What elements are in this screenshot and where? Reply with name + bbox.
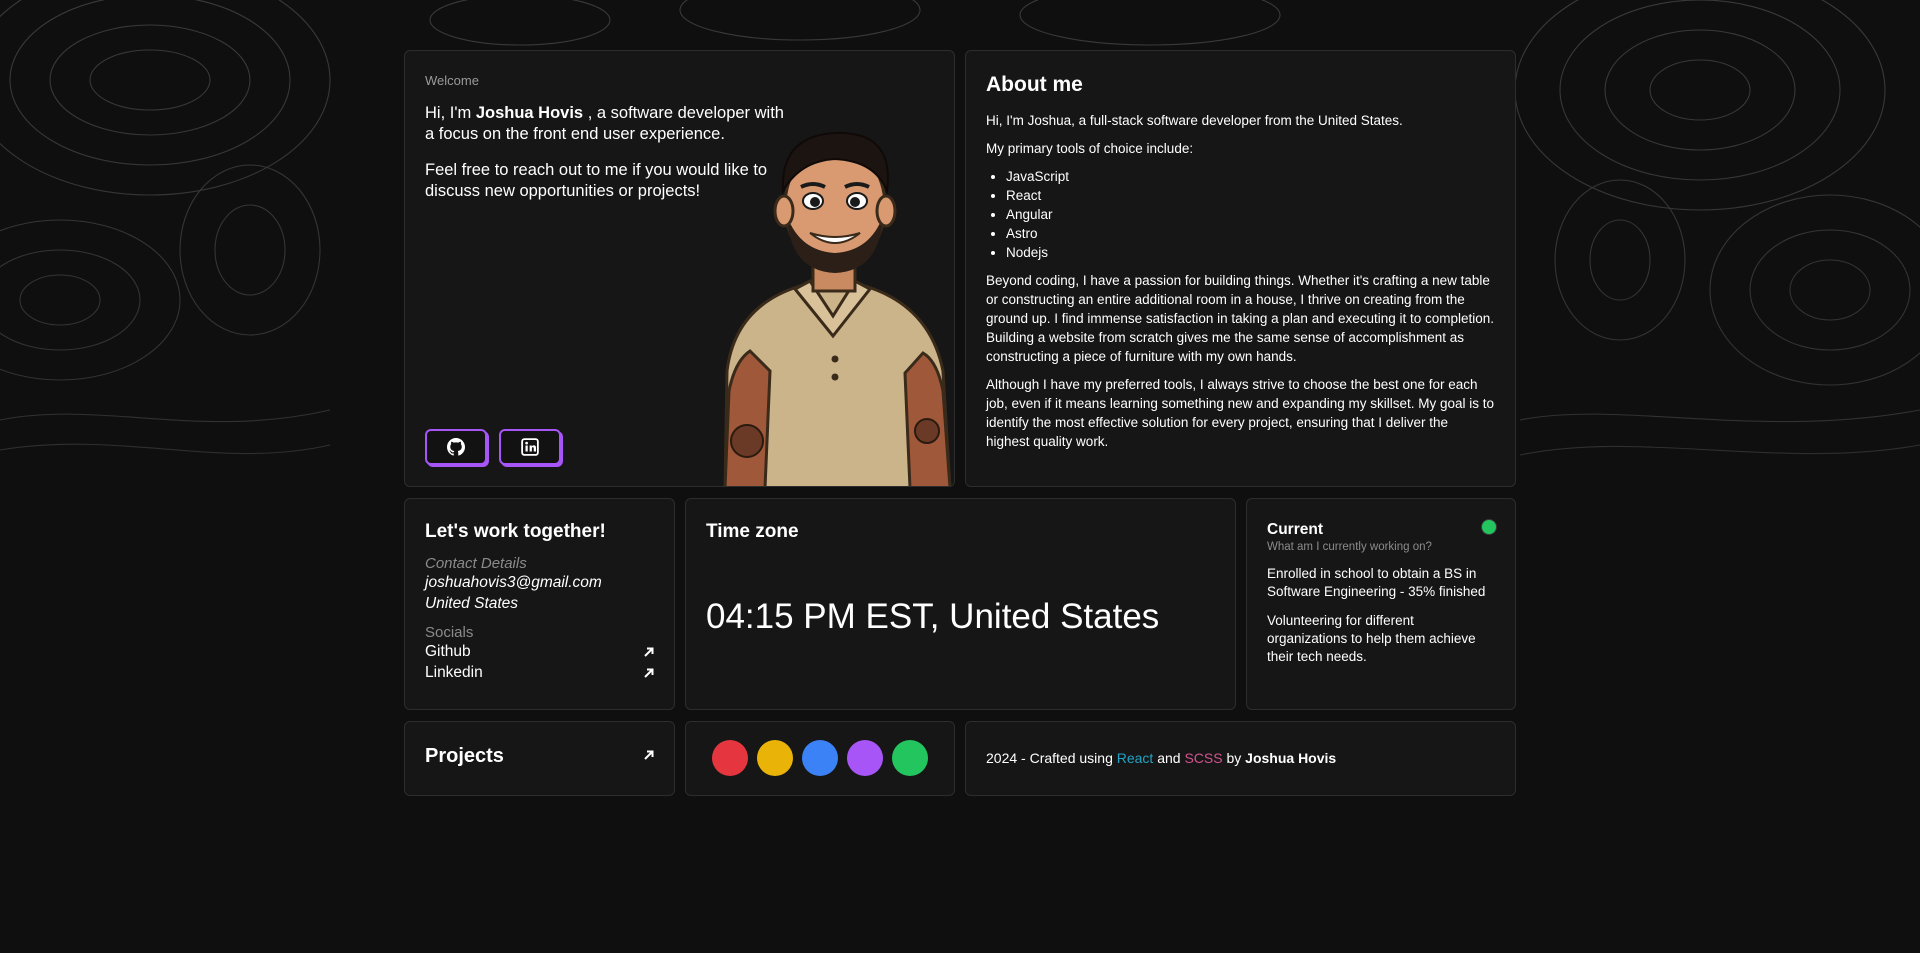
footer-author: Joshua Hovis [1245, 750, 1337, 766]
about-card: About me Hi, I'm Joshua, a full-stack so… [965, 50, 1516, 487]
swatch-yellow[interactable] [757, 740, 793, 776]
current-card: Current What am I currently working on? … [1246, 498, 1516, 710]
list-item: Astro [1006, 224, 1495, 243]
footer-and: and [1153, 750, 1185, 766]
timezone-card: Time zone 04:15 PM EST, United States [685, 498, 1236, 710]
tools-list: JavaScript React Angular Astro Nodejs [986, 167, 1495, 262]
contact-card: Let's work together! Contact Details jos… [404, 498, 675, 710]
list-item: Angular [1006, 205, 1495, 224]
beyond-coding-text: Beyond coding, I have a passion for buil… [986, 273, 1495, 364]
location: United States [425, 595, 519, 612]
welcome-card: Welcome Hi, I'm Joshua Hovis , a softwar… [404, 50, 955, 487]
current-item: Enrolled in school to obtain a BS in Sof… [1267, 566, 1486, 599]
topographic-background [0, 0, 1920, 953]
footer-text: 2024 - Crafted using React and SCSS by J… [986, 750, 1336, 766]
footer-by: by [1222, 750, 1246, 766]
about-intro: Hi, I'm Joshua, a full-stack software de… [986, 113, 1403, 128]
list-item: Nodejs [1006, 243, 1495, 262]
contact-details-label: Contact Details [425, 555, 527, 572]
github-link-label: Github [425, 643, 471, 660]
swatch-red[interactable] [712, 740, 748, 776]
react-link[interactable]: React [1117, 750, 1154, 766]
list-item: React [1006, 186, 1495, 205]
tools-intro: My primary tools of choice include: [986, 141, 1194, 156]
owner-name: Joshua Hovis [475, 104, 584, 122]
footer-prefix: 2024 - Crafted using [986, 750, 1117, 766]
socials-label: Socials [425, 624, 474, 641]
swatch-purple[interactable] [847, 740, 883, 776]
swatch-row [712, 740, 928, 776]
external-arrow-icon [644, 647, 654, 657]
github-button[interactable] [425, 429, 487, 465]
footer-card: 2024 - Crafted using React and SCSS by J… [965, 721, 1516, 796]
github-icon [447, 438, 465, 456]
about-title: About me [986, 73, 1083, 96]
projects-card[interactable]: Projects [404, 721, 675, 796]
timezone-title: Time zone [706, 521, 799, 542]
list-item: JavaScript [1006, 167, 1495, 186]
current-item: Volunteering for different organizations… [1267, 613, 1476, 664]
swatch-green[interactable] [892, 740, 928, 776]
avatar-illustration [723, 131, 952, 486]
current-title: Current [1267, 521, 1323, 538]
current-subtitle: What am I currently working on? [1267, 541, 1432, 553]
linkedin-button[interactable] [499, 429, 561, 465]
theme-swatches-card [685, 721, 955, 796]
github-link[interactable]: Github [425, 641, 654, 662]
scss-link[interactable]: SCSS [1184, 750, 1222, 766]
welcome-label: Welcome [425, 73, 479, 88]
status-indicator [1481, 519, 1497, 535]
linkedin-icon [521, 438, 539, 456]
linkedin-link[interactable]: Linkedin [425, 662, 654, 683]
projects-title: Projects [425, 745, 504, 767]
external-arrow-icon [644, 668, 654, 678]
swatch-blue[interactable] [802, 740, 838, 776]
email-address[interactable]: joshuahovis3@gmail.com [425, 572, 654, 593]
current-time: 04:15 PM EST, United States [706, 597, 1160, 636]
preferred-tools-text: Although I have my preferred tools, I al… [986, 377, 1495, 449]
linkedin-link-label: Linkedin [425, 664, 483, 681]
contact-title: Let's work together! [425, 521, 606, 542]
greeting-prefix: Hi, I'm [425, 104, 476, 122]
external-arrow-icon [644, 750, 654, 760]
